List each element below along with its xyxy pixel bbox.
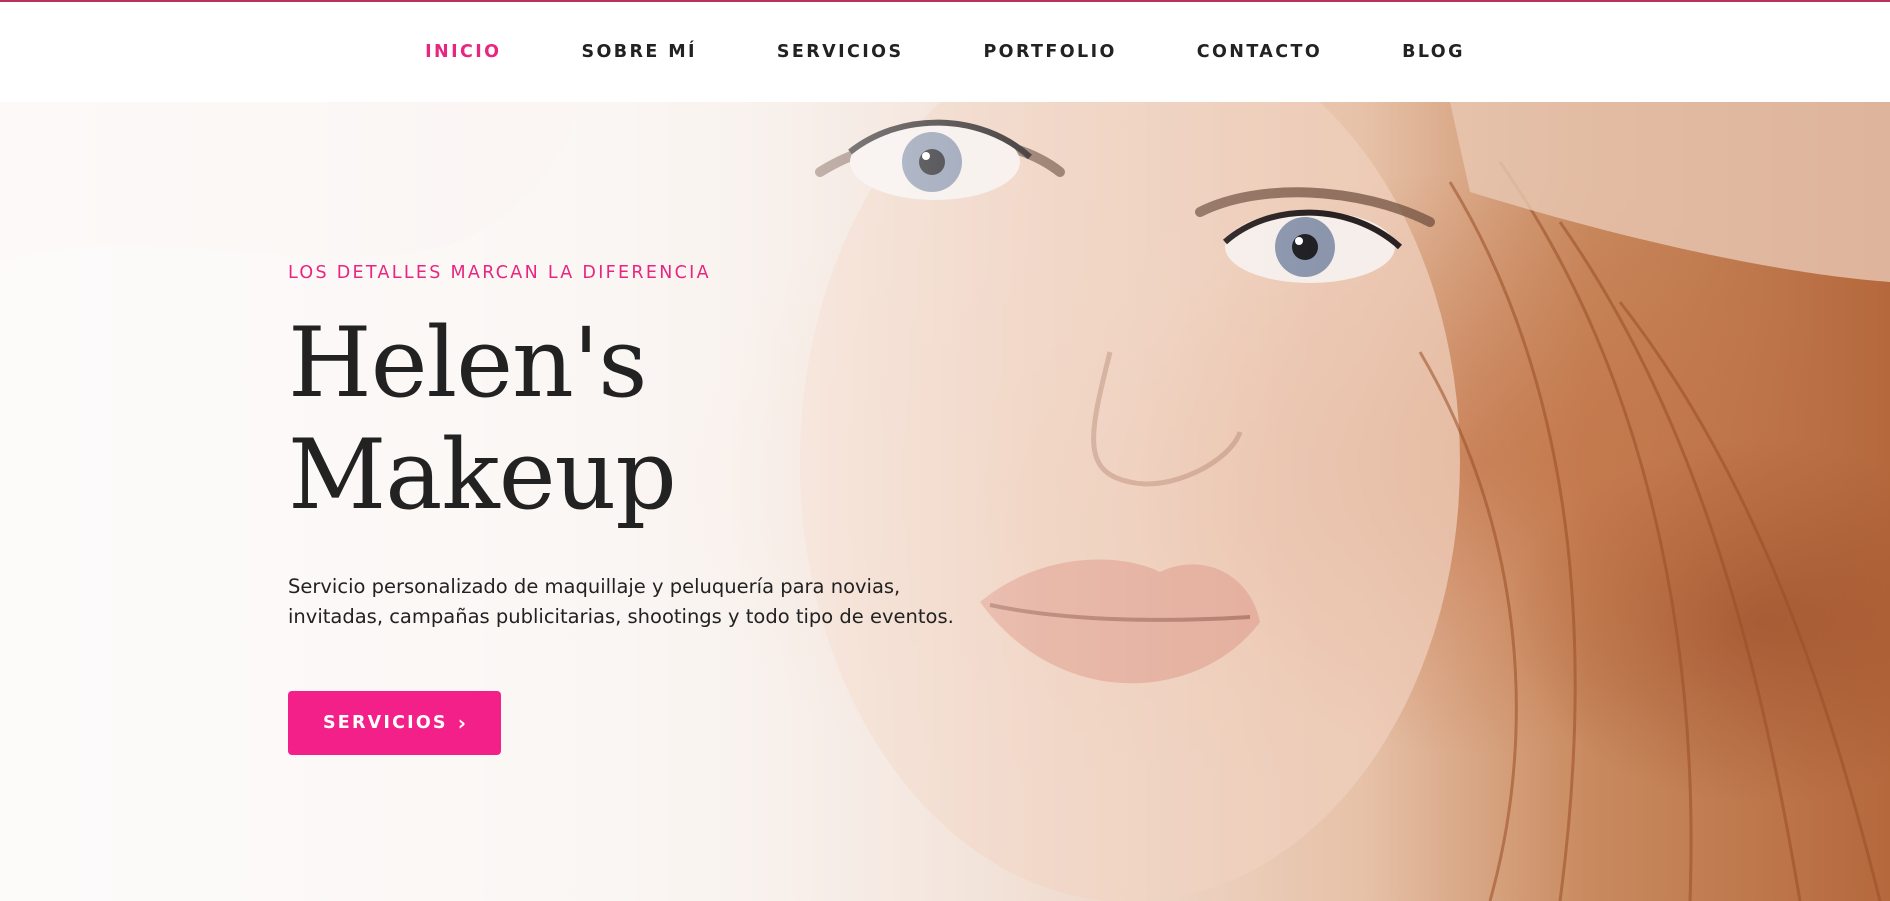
hero-kicker: LOS DETALLES MARCAN LA DIFERENCIA [288,263,711,283]
nav-menu: INICIO SOBRE MÍ SERVICIOS PORTFOLIO CONT… [385,42,1505,62]
nav-item-inicio[interactable]: INICIO [385,42,541,62]
hero-description: Servicio personalizado de maquillaje y p… [288,575,954,628]
nav-item-portfolio[interactable]: PORTFOLIO [943,42,1156,62]
nav-item-servicios[interactable]: SERVICIOS [737,42,944,62]
hero-title: Helen's Makeup [288,307,988,531]
nav-item-contacto[interactable]: CONTACTO [1157,42,1362,62]
hero-section: LOS DETALLES MARCAN LA DIFERENCIA Helen'… [0,102,1890,901]
servicios-button[interactable]: SERVICIOS › [288,691,501,755]
servicios-button-label: SERVICIOS [323,713,448,733]
nav-item-blog[interactable]: BLOG [1362,42,1505,62]
chevron-right-icon: › [457,711,466,735]
main-navigation: INICIO SOBRE MÍ SERVICIOS PORTFOLIO CONT… [0,2,1890,102]
nav-item-sobre-mi[interactable]: SOBRE MÍ [541,42,736,62]
hero-title-line2: Makeup [288,419,677,531]
hero-title-line1: Helen's [288,307,648,419]
